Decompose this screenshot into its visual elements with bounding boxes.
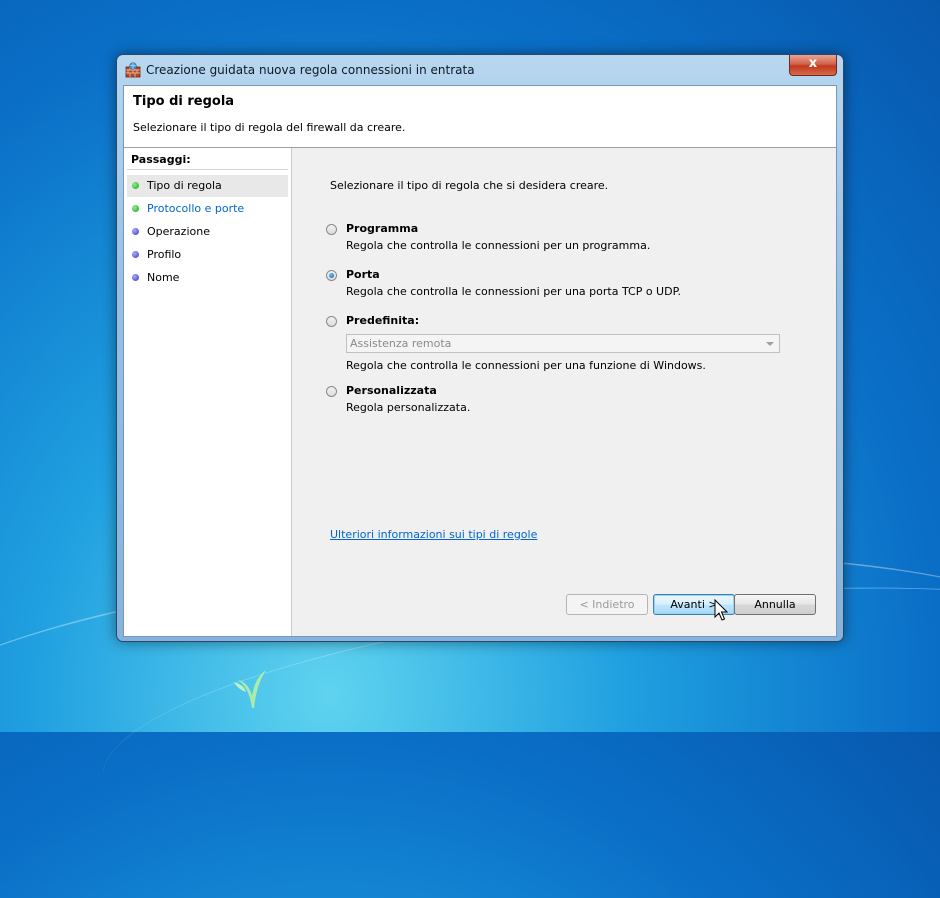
select-value: Assistenza remota	[350, 337, 452, 350]
window-title: Creazione guidata nuova regola connessio…	[146, 63, 475, 77]
option-label[interactable]: Personalizzata	[346, 384, 437, 397]
mouse-cursor-icon	[714, 599, 728, 621]
content-panel: Selezionare il tipo di regola che si des…	[292, 148, 836, 636]
step-tipo-di-regola: Tipo di regola	[127, 175, 288, 197]
option-label[interactable]: Predefinita:	[346, 314, 419, 327]
page-title: Tipo di regola	[133, 94, 235, 109]
steps-panel: Passaggi: Tipo di regola Protocollo e po…	[124, 148, 292, 636]
option-label[interactable]: Porta	[346, 268, 380, 281]
step-pending-icon	[132, 251, 139, 258]
steps-title: Passaggi:	[131, 153, 191, 166]
predefined-rule-select: Assistenza remota	[346, 334, 780, 353]
chevron-down-icon	[766, 342, 774, 346]
option-description: Regola che controlla le connessioni per …	[346, 359, 706, 372]
step-label: Operazione	[147, 225, 210, 238]
option-description: Regola che controlla le connessioni per …	[346, 285, 681, 298]
option-description: Regola che controlla le connessioni per …	[346, 239, 651, 252]
close-button[interactable]: x	[789, 55, 837, 76]
radio-porta[interactable]	[326, 270, 337, 281]
step-label[interactable]: Protocollo e porte	[147, 202, 244, 215]
step-pending-icon	[132, 228, 139, 235]
steps-divider	[127, 169, 288, 170]
page-subtitle: Selezionare il tipo di regola del firewa…	[133, 121, 406, 134]
step-label: Tipo di regola	[147, 179, 222, 192]
step-done-icon	[132, 182, 139, 189]
cancel-button[interactable]: Annulla	[734, 594, 816, 615]
step-protocollo-e-porte[interactable]: Protocollo e porte	[127, 198, 288, 220]
firewall-icon	[125, 62, 141, 78]
wizard-client-area: Tipo di regola Selezionare il tipo di re…	[123, 85, 837, 637]
step-nome: Nome	[127, 267, 288, 289]
radio-programma[interactable]	[326, 224, 337, 235]
wizard-window: Creazione guidata nuova regola connessio…	[116, 54, 844, 642]
step-operazione: Operazione	[127, 221, 288, 243]
step-label: Nome	[147, 271, 180, 284]
step-pending-icon	[132, 274, 139, 281]
step-done-icon	[132, 205, 139, 212]
back-button[interactable]: < Indietro	[566, 594, 648, 615]
radio-personalizzata[interactable]	[326, 386, 337, 397]
more-info-link[interactable]: Ulteriori informazioni sui tipi di regol…	[330, 528, 537, 541]
step-label: Profilo	[147, 248, 182, 261]
content-intro: Selezionare il tipo di regola che si des…	[330, 179, 609, 192]
option-description: Regola personalizzata.	[346, 401, 471, 414]
option-label[interactable]: Programma	[346, 222, 418, 235]
title-bar[interactable]: Creazione guidata nuova regola connessio…	[117, 55, 843, 85]
wizard-header: Tipo di regola Selezionare il tipo di re…	[124, 86, 836, 148]
radio-predefinita[interactable]	[326, 316, 337, 327]
desktop-logo-icon	[234, 670, 266, 708]
step-profilo: Profilo	[127, 244, 288, 266]
